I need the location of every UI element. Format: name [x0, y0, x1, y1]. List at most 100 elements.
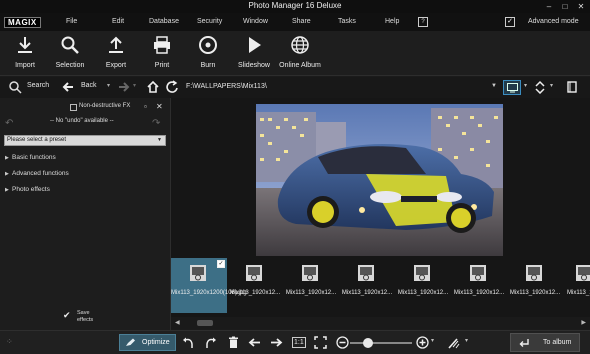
non-destructive-label: Non-destructive FX — [79, 103, 131, 109]
maximize-icon[interactable]: □ — [560, 1, 570, 11]
forward-dropdown-icon[interactable]: ▾ — [133, 82, 136, 89]
export-button[interactable]: Export — [91, 35, 141, 69]
context-help-icon[interactable]: ? — [418, 17, 428, 27]
minimize-icon[interactable]: – — [544, 1, 554, 11]
thumbnail-item[interactable]: Mix113_1920x12... — [451, 258, 507, 313]
thumbnail-filename: Mix113_1920x12... — [453, 290, 505, 296]
back-arrow-icon[interactable] — [61, 80, 75, 94]
navigation-bar: Search Back ▾ ▾ F:\WALLPAPERS\Mix113\ ▼ … — [0, 77, 590, 98]
back-button[interactable]: Back — [81, 82, 97, 89]
image-file-icon — [470, 265, 486, 281]
disc-icon — [199, 36, 217, 54]
home-icon[interactable] — [146, 80, 160, 94]
print-button[interactable]: Print — [137, 35, 187, 69]
preset-select[interactable]: Please select a preset ▼ — [4, 135, 166, 146]
section-photo-effects[interactable]: ▶ Photo effects — [5, 186, 50, 193]
rotate-right-icon[interactable] — [204, 336, 217, 349]
magic-wand-icon[interactable] — [447, 336, 460, 349]
undo-icon[interactable]: ↶ — [5, 118, 13, 129]
menu-file[interactable]: File — [66, 18, 77, 25]
advanced-mode-checkbox[interactable]: ✓ — [505, 17, 515, 27]
scroll-right-icon[interactable]: ▶ — [581, 319, 586, 326]
filmstrip: ✓ Mix113_1920x1200(106).jpg Mix113_1920x… — [171, 256, 590, 317]
close-icon[interactable]: ✕ — [576, 1, 586, 11]
sort-dropdown-icon[interactable]: ▾ — [550, 82, 553, 89]
print-label: Print — [154, 62, 170, 69]
refresh-icon[interactable] — [165, 80, 179, 94]
back-dropdown-icon[interactable]: ▾ — [107, 82, 110, 89]
printer-icon — [154, 36, 170, 54]
thumbnail-item[interactable]: ✓ Mix113_1920x1200(106).jpg — [171, 258, 247, 313]
actual-size-button[interactable]: 1:1 — [292, 337, 306, 348]
selection-button[interactable]: Selection — [45, 35, 95, 69]
sort-icon[interactable] — [533, 80, 547, 94]
thumbnail-item[interactable]: Mix113_1920x12... — [563, 258, 590, 313]
rotate-left-icon[interactable] — [182, 336, 195, 349]
filmstrip-scrollbar[interactable]: ◀ ▶ — [171, 317, 590, 329]
forward-arrow-icon[interactable] — [117, 80, 131, 94]
thumbnail-filename: Mix113_1920x12... — [397, 290, 449, 296]
panel-restore-icon[interactable]: ▫ — [144, 102, 147, 111]
thumbnail-check-icon[interactable]: ✓ — [217, 260, 225, 268]
zoom-out-icon[interactable] — [336, 336, 349, 349]
import-label: Import — [15, 62, 35, 69]
menu-help[interactable]: Help — [385, 18, 399, 25]
thumbnail-item[interactable]: Mix113_1920x12... — [227, 258, 283, 313]
thumbnail-filename: Mix113_1920x12... — [509, 290, 561, 296]
import-button[interactable]: Import — [0, 35, 50, 69]
book-icon[interactable] — [565, 80, 579, 94]
section-basic-functions[interactable]: ▶ Basic functions — [5, 154, 56, 161]
section-advanced-functions[interactable]: ▶ Advanced functions — [5, 170, 69, 177]
search-magnifier-icon — [61, 36, 79, 54]
next-arrow-icon[interactable] — [270, 336, 283, 349]
menu-bar: MAGIX File Edit Database Security Window… — [0, 13, 590, 31]
zoom-dropdown-icon[interactable]: ▾ — [431, 337, 434, 344]
path-dropdown-icon[interactable]: ▼ — [491, 83, 497, 89]
save-effects-check-icon[interactable]: ✔ — [63, 310, 71, 321]
optimize-label: Optimize — [142, 339, 170, 346]
car-photo[interactable] — [256, 104, 503, 256]
grid-dots-icon[interactable]: ⁘ — [6, 337, 13, 346]
redo-icon[interactable]: ↷ — [152, 118, 160, 129]
to-album-button[interactable]: To album — [510, 333, 580, 352]
menu-security[interactable]: Security — [197, 18, 222, 25]
burn-label: Burn — [200, 62, 216, 69]
zoom-in-icon[interactable] — [416, 336, 429, 349]
menu-window[interactable]: Window — [243, 18, 268, 25]
zoom-slider-knob[interactable] — [363, 338, 373, 348]
optimize-button[interactable]: Optimize — [119, 334, 176, 351]
export-label: Export — [105, 62, 127, 69]
scrollbar-thumb[interactable] — [197, 320, 213, 326]
view-mode-button[interactable] — [503, 80, 521, 95]
burn-button[interactable]: Burn — [183, 35, 233, 69]
thumbnail-item[interactable]: Mix113_1920x12... — [339, 258, 395, 313]
export-icon — [109, 36, 123, 53]
view-dropdown-icon[interactable]: ▾ — [524, 82, 527, 89]
menu-tasks[interactable]: Tasks — [338, 18, 356, 25]
fit-screen-icon[interactable] — [314, 336, 327, 349]
thumbnail-item[interactable]: Mix113_1920x12... — [507, 258, 563, 313]
non-destructive-checkbox[interactable] — [70, 104, 77, 111]
play-icon — [249, 37, 261, 53]
thumbnail-item[interactable]: Mix113_1920x12... — [283, 258, 339, 313]
bottom-toolbar: ⁘ Optimize 1:1 ▾ ▾ To album — [0, 330, 590, 354]
menu-database[interactable]: Database — [149, 18, 179, 25]
menu-edit[interactable]: Edit — [112, 18, 124, 25]
online-album-button[interactable]: Online Album — [275, 35, 325, 69]
pen-icon — [126, 338, 135, 346]
folder-path[interactable]: F:\WALLPAPERS\Mix113\ — [186, 83, 267, 90]
wand-dropdown-icon[interactable]: ▾ — [465, 337, 468, 344]
previous-arrow-icon[interactable] — [248, 336, 261, 349]
search-icon[interactable] — [8, 80, 22, 94]
zoom-slider-track[interactable] — [350, 342, 412, 344]
search-button[interactable]: Search — [27, 82, 49, 89]
panel-close-icon[interactable]: ✕ — [156, 102, 163, 111]
import-icon — [18, 37, 32, 53]
menu-share[interactable]: Share — [292, 18, 311, 25]
window-title: Photo Manager 16 Deluxe — [248, 1, 342, 10]
effects-panel: Non-destructive FX ▫ ✕ ↶ -- No "undo" av… — [0, 98, 171, 330]
slideshow-button[interactable]: Slideshow — [229, 35, 279, 69]
thumbnail-item[interactable]: Mix113_1920x12... — [395, 258, 451, 313]
scroll-left-icon[interactable]: ◀ — [175, 319, 180, 326]
trash-icon[interactable] — [227, 336, 240, 349]
